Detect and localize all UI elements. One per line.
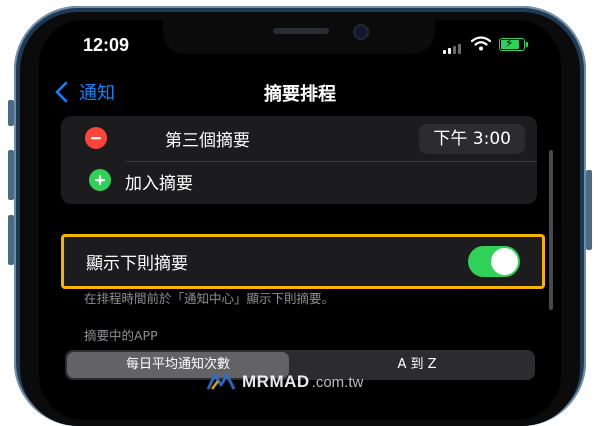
scrollbar[interactable] — [549, 150, 553, 310]
watermark: MRMAD .com.tw — [206, 372, 363, 392]
apps-section-header: 摘要中的APP — [84, 328, 158, 343]
plus-icon — [95, 175, 105, 185]
minus-icon — [91, 137, 101, 140]
show-next-summary-row: 顯示下則摘要 — [61, 234, 545, 289]
notch — [163, 20, 435, 54]
battery-cap — [526, 42, 528, 47]
power-button — [586, 170, 592, 250]
watermark-brand: MRMAD — [242, 372, 310, 391]
front-camera — [355, 26, 367, 38]
navigation-bar: 通知 摘要排程 — [39, 74, 561, 114]
toggle-knob — [491, 248, 518, 275]
add-summary-label[interactable]: 加入摘要 — [125, 169, 193, 194]
summary-time-picker[interactable]: 下午 3:00 — [419, 124, 525, 154]
status-time: 12:09 — [83, 35, 130, 55]
page-title: 摘要排程 — [264, 84, 336, 105]
volume-down-button — [8, 215, 14, 265]
row-separator — [125, 161, 537, 162]
screen: 12:09 ⚡ 通知 摘要排程 第三個摘要 下午 3:00 加入摘要 顯示下則摘… — [39, 20, 561, 420]
remove-summary-button[interactable] — [85, 127, 107, 149]
add-summary-button[interactable] — [89, 169, 111, 191]
charging-bolt-icon: ⚡ — [505, 36, 514, 50]
silent-switch — [8, 100, 14, 126]
wifi-icon — [471, 36, 491, 51]
earpiece-speaker — [273, 28, 329, 34]
volume-up-button — [8, 150, 14, 200]
summary-list: 第三個摘要 下午 3:00 加入摘要 — [61, 116, 537, 204]
summary-name: 第三個摘要 — [165, 131, 250, 151]
show-next-summary-label: 顯示下則摘要 — [86, 254, 188, 274]
watermark-domain: .com.tw — [311, 373, 364, 391]
show-next-summary-toggle[interactable] — [468, 246, 520, 277]
show-next-footnote: 在排程時間前於「通知中心」顯示下則摘要。 — [84, 291, 335, 306]
watermark-logo — [206, 373, 236, 390]
